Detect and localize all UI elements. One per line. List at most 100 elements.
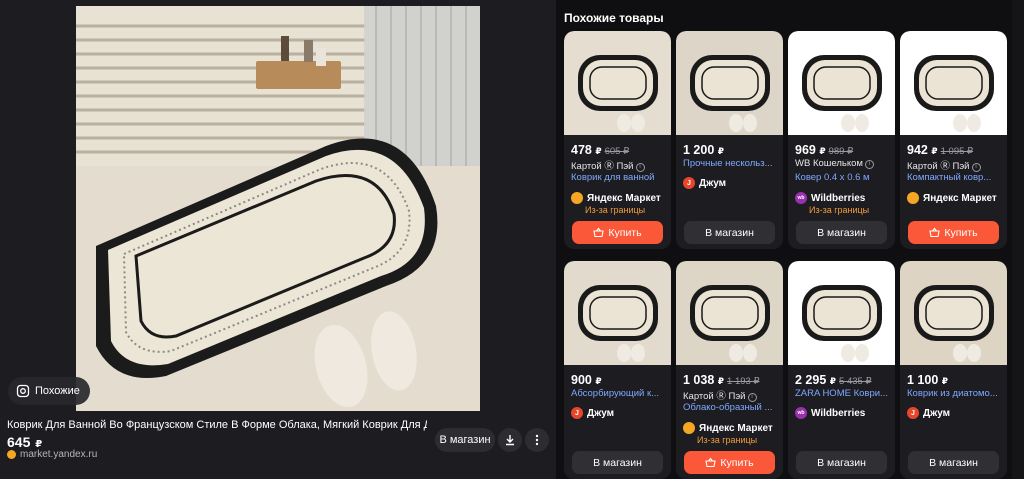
similar-product-card[interactable]: 1 200 ₽ Прочные нескольз... J Джум В магазин: [676, 31, 783, 249]
button-label: В магазин: [705, 226, 754, 239]
product-name-link[interactable]: Ковер 0.4 x 0.6 м: [795, 172, 891, 183]
similar-product-card[interactable]: 478 ₽605 ₽ Картой Ⓡ Пэй i Коврик для ванной…: [564, 31, 671, 249]
info-icon[interactable]: i: [971, 163, 981, 172]
similar-product-price: 1 100 ₽: [907, 373, 948, 387]
product-price-value: 645: [7, 434, 31, 450]
price-value: 969: [795, 143, 820, 157]
buy-button[interactable]: Купить: [572, 221, 663, 244]
product-name-link[interactable]: Облако-образный ...: [683, 402, 779, 413]
similar-product-image[interactable]: [564, 261, 671, 365]
similar-products-title: Похожие товары: [564, 11, 664, 25]
button-label: Купить: [720, 456, 754, 469]
price-value: 900: [571, 373, 596, 387]
product-name-link[interactable]: Коврик из диатомо...: [907, 388, 1003, 399]
similar-product-image[interactable]: [676, 261, 783, 365]
similar-product-price: 1 038 ₽1 193 ₽: [683, 373, 760, 387]
shop-name-label: Джум: [587, 407, 615, 419]
button-label: В магазин: [593, 456, 642, 469]
similar-product-image[interactable]: [788, 261, 895, 365]
price-value: 1 200: [683, 143, 718, 157]
main-product-image[interactable]: [76, 6, 480, 411]
main-image-area: Похожие: [0, 0, 556, 411]
to-store-button[interactable]: В магазин: [908, 451, 999, 474]
payment-method-label: WB Кошельком i: [795, 158, 891, 169]
wildberries-logo-icon: wb: [795, 407, 807, 419]
from-abroad-label: Из-за границы: [697, 435, 758, 445]
similar-product-card[interactable]: 1 038 ₽1 193 ₽ Картой Ⓡ Пэй i Облако-образн…: [676, 261, 783, 479]
shop-name-label: Wildberries: [811, 407, 866, 419]
similar-product-price: 900 ₽: [571, 373, 602, 387]
info-icon[interactable]: i: [747, 393, 757, 402]
product-name-link[interactable]: Абсорбирующий к...: [571, 388, 667, 399]
more-vertical-icon: [535, 434, 539, 446]
price-value: 478: [571, 143, 596, 157]
shop-name: Яндекс Маркет: [683, 422, 773, 434]
price-value: 1 038: [683, 373, 718, 387]
shop-name: wb Wildberries: [795, 407, 865, 419]
payment-method-label: Картой Ⓡ Пэй i: [907, 158, 1003, 172]
shop-name-label: Яндекс Маркет: [699, 422, 773, 434]
price-currency: ₽: [941, 376, 949, 386]
price-currency: ₽: [819, 146, 826, 156]
download-button[interactable]: [498, 428, 522, 452]
to-store-button[interactable]: В магазин: [572, 451, 663, 474]
similar-product-card[interactable]: 1 100 ₽ Коврик из диатомо... J Джум В магази…: [900, 261, 1007, 479]
info-icon[interactable]: i: [635, 163, 645, 172]
to-store-button[interactable]: В магазин: [435, 428, 495, 452]
price-currency: ₽: [829, 376, 837, 386]
product-name-link[interactable]: Компактный ковр...: [907, 172, 1003, 183]
old-price: 1 095 ₽: [940, 146, 974, 157]
shop-name: Яндекс Маркет: [571, 192, 661, 204]
price-value: 1 100: [907, 373, 942, 387]
button-label: В магазин: [817, 456, 866, 469]
similar-search-chip[interactable]: Похожие: [8, 377, 90, 405]
shop-name: J Джум: [571, 407, 614, 419]
buy-button[interactable]: Купить: [684, 451, 775, 474]
from-abroad-label: Из-за границы: [809, 205, 870, 215]
similar-product-card[interactable]: 969 ₽989 ₽ WB Кошельком i Ковер 0.4 x 0.6 м…: [788, 31, 895, 249]
shop-name: wb Wildberries: [795, 192, 865, 204]
payment-method-label: Картой Ⓡ Пэй i: [571, 158, 667, 172]
old-price: 5 435 ₽: [839, 376, 872, 387]
product-name-link[interactable]: Прочные нескольз...: [683, 158, 779, 169]
to-store-button[interactable]: В магазин: [684, 221, 775, 244]
price-currency: ₽: [717, 376, 725, 386]
similar-product-price: 1 200 ₽: [683, 143, 724, 157]
product-title[interactable]: Коврик Для Ванной Во Французском Стиле В…: [7, 419, 427, 431]
more-options-button[interactable]: [525, 428, 549, 452]
shop-name: J Джум: [907, 407, 950, 419]
price-currency: ₽: [595, 376, 602, 386]
similar-product-image[interactable]: [788, 31, 895, 135]
button-label: В магазин: [929, 456, 978, 469]
similar-product-price: 969 ₽989 ₽: [795, 143, 853, 157]
shop-name: Яндекс Маркет: [907, 192, 997, 204]
product-name-link[interactable]: Коврик для ванной: [571, 172, 667, 183]
yandex-market-logo-icon: [683, 422, 695, 434]
similar-product-image[interactable]: [676, 31, 783, 135]
similar-product-image[interactable]: [900, 261, 1007, 365]
market-favicon-icon: [7, 450, 16, 459]
similar-chip-label: Похожие: [35, 385, 80, 397]
similar-product-card[interactable]: 900 ₽ Абсорбирующий к... J Джум В магазин: [564, 261, 671, 479]
info-icon[interactable]: i: [864, 160, 874, 169]
old-price: 989 ₽: [828, 146, 854, 157]
similar-product-card[interactable]: 2 295 ₽5 435 ₽ ZARA HOME Коври... wb Wildbe…: [788, 261, 895, 479]
similar-product-image[interactable]: [564, 31, 671, 135]
shop-name-label: Яндекс Маркет: [587, 192, 661, 204]
payment-method-label: Картой Ⓡ Пэй i: [683, 388, 779, 402]
product-source[interactable]: market.yandex.ru: [7, 449, 97, 460]
price-value: 2 295: [795, 373, 830, 387]
product-price: 645 ₽: [7, 434, 42, 450]
shop-name: J Джум: [683, 177, 726, 189]
right-edge-strip: [1012, 0, 1024, 479]
to-store-button[interactable]: В магазин: [796, 451, 887, 474]
similar-product-card[interactable]: 942 ₽1 095 ₽ Картой Ⓡ Пэй i Компактный ковр…: [900, 31, 1007, 249]
lens-search-icon: [16, 384, 30, 398]
similar-product-image[interactable]: [900, 31, 1007, 135]
to-store-button[interactable]: В магазин: [796, 221, 887, 244]
similar-product-price: 2 295 ₽5 435 ₽: [795, 373, 872, 387]
product-source-domain: market.yandex.ru: [20, 449, 98, 460]
product-name-link[interactable]: ZARA HOME Коври...: [795, 388, 891, 399]
buy-button[interactable]: Купить: [908, 221, 999, 244]
button-label: Купить: [608, 226, 642, 239]
